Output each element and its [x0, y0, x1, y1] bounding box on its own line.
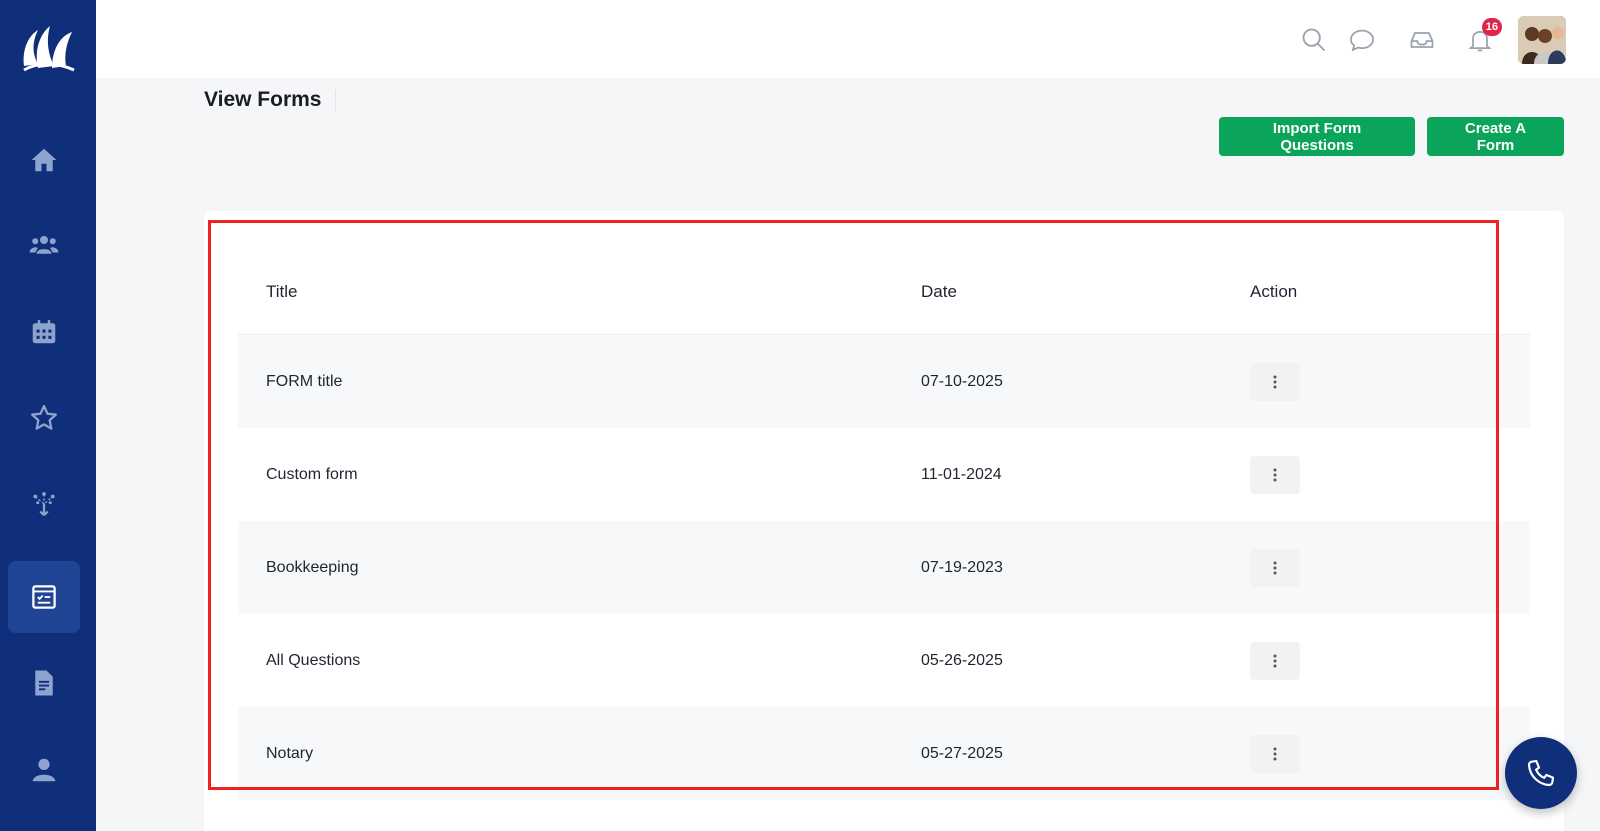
- table-row[interactable]: Custom form 11-01-2024: [238, 428, 1530, 521]
- form-title-cell: Bookkeeping: [266, 558, 359, 576]
- column-header-title: Title: [266, 281, 298, 301]
- row-actions-button[interactable]: [1250, 734, 1300, 773]
- import-form-questions-button[interactable]: Import Form Questions: [1219, 117, 1415, 156]
- call-button[interactable]: [1505, 737, 1577, 809]
- search-icon: [1302, 28, 1326, 52]
- sidebar-item-contacts[interactable]: [8, 209, 80, 281]
- more-vertical-icon: [1273, 468, 1277, 481]
- form-title-cell: FORM title: [266, 372, 343, 390]
- row-actions-button[interactable]: [1250, 548, 1300, 587]
- users-icon: [29, 236, 59, 254]
- messages-button[interactable]: [1346, 24, 1378, 56]
- more-vertical-icon: [1273, 654, 1277, 667]
- forms-icon: [32, 585, 56, 609]
- sidebar: [0, 0, 96, 831]
- column-header-date: Date: [921, 281, 957, 301]
- user-avatar[interactable]: [1518, 16, 1566, 64]
- document-icon: [35, 670, 53, 696]
- forms-table: Title Date Action FORM title 07-10-2025 …: [238, 249, 1530, 800]
- form-date-cell: 05-26-2025: [921, 651, 1003, 669]
- table-row[interactable]: Bookkeeping 07-19-2023: [238, 521, 1530, 614]
- chat-icon: [1350, 29, 1374, 52]
- sidebar-item-home[interactable]: [8, 124, 80, 196]
- column-header-action: Action: [1250, 281, 1298, 301]
- sidebar-item-documents[interactable]: [8, 647, 80, 719]
- more-vertical-icon: [1273, 747, 1277, 760]
- search-button[interactable]: [1298, 24, 1330, 56]
- table-row[interactable]: FORM title 07-10-2025: [238, 335, 1530, 428]
- form-title-cell: Custom form: [266, 465, 358, 483]
- form-title-cell: Notary: [266, 744, 314, 762]
- calendar-icon: [32, 320, 56, 344]
- form-title-cell: All Questions: [266, 651, 361, 669]
- more-vertical-icon: [1273, 375, 1277, 388]
- sidebar-item-network[interactable]: [8, 468, 80, 540]
- sidebar-item-favorites[interactable]: [8, 382, 80, 454]
- notifications-button[interactable]: 16: [1464, 18, 1502, 56]
- row-actions-button[interactable]: [1250, 362, 1300, 401]
- star-icon: [31, 405, 57, 430]
- phone-icon: [1527, 759, 1555, 787]
- table-row[interactable]: Notary 05-27-2025: [238, 707, 1530, 800]
- sidebar-item-profile[interactable]: [8, 734, 80, 806]
- form-date-cell: 11-01-2024: [921, 465, 1002, 483]
- notification-badge: 16: [1481, 18, 1502, 36]
- row-actions-button[interactable]: [1250, 455, 1300, 494]
- forms-card: Title Date Action FORM title 07-10-2025 …: [204, 211, 1564, 831]
- top-header: 16: [96, 0, 1600, 78]
- inbox-icon: [1410, 32, 1434, 48]
- network-icon: [33, 492, 55, 517]
- user-icon: [32, 758, 56, 782]
- title-divider: [335, 90, 336, 112]
- sidebar-item-forms[interactable]: [8, 561, 80, 633]
- form-date-cell: 07-10-2025: [921, 372, 1003, 390]
- create-form-button[interactable]: Create A Form: [1427, 117, 1564, 156]
- form-date-cell: 07-19-2023: [921, 558, 1003, 576]
- inbox-button[interactable]: [1406, 24, 1438, 56]
- home-icon: [31, 148, 57, 172]
- page-title: View Forms: [204, 88, 322, 111]
- sidebar-item-calendar[interactable]: [8, 296, 80, 368]
- form-date-cell: 05-27-2025: [921, 744, 1003, 762]
- table-row[interactable]: All Questions 05-26-2025: [238, 614, 1530, 707]
- row-actions-button[interactable]: [1250, 641, 1300, 680]
- more-vertical-icon: [1273, 561, 1277, 574]
- table-header: Title Date Action: [238, 249, 1530, 335]
- logo-icon[interactable]: [16, 20, 80, 76]
